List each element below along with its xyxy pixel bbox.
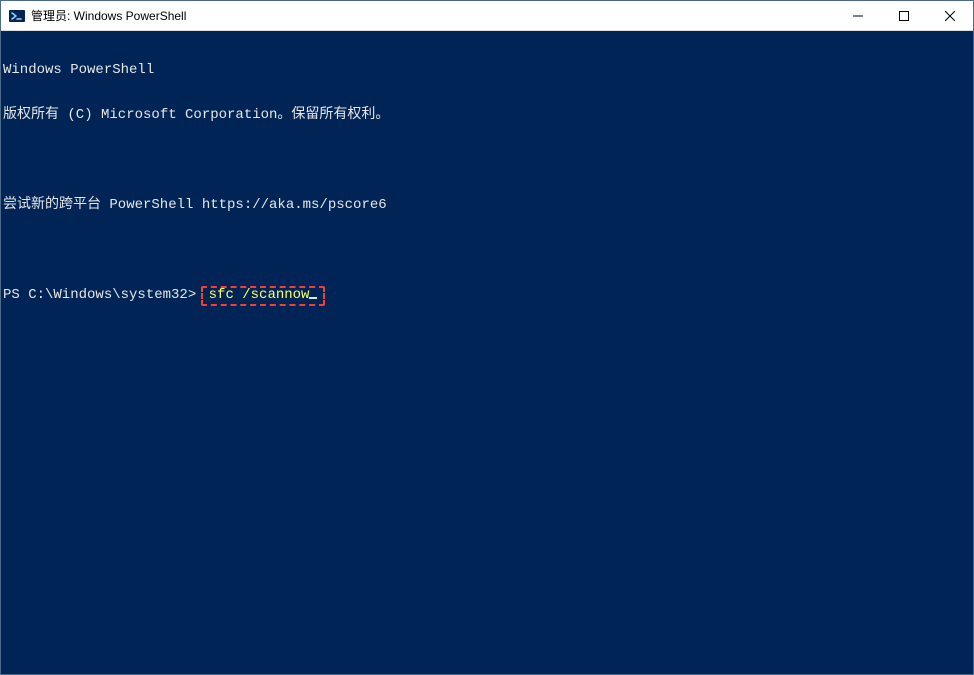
command-text: sfc /scannow: [209, 287, 310, 303]
window-title: 管理员: Windows PowerShell: [31, 7, 186, 24]
cursor: [309, 297, 317, 299]
titlebar-left: 管理员: Windows PowerShell: [1, 7, 835, 24]
maximize-button[interactable]: [881, 1, 927, 30]
prompt-line: PS C:\Windows\system32> sfc /scannow: [3, 288, 971, 304]
command-highlight: sfc /scannow: [203, 288, 324, 304]
terminal-line: [3, 153, 971, 168]
terminal-area[interactable]: Windows PowerShell 版权所有 (C) Microsoft Co…: [1, 31, 973, 674]
terminal-line: [3, 243, 971, 258]
titlebar[interactable]: 管理员: Windows PowerShell: [1, 1, 973, 31]
powershell-icon: [9, 8, 25, 24]
terminal-line: 版权所有 (C) Microsoft Corporation。保留所有权利。: [3, 108, 971, 123]
powershell-window: 管理员: Windows PowerShell Windows PowerShe…: [0, 0, 974, 675]
close-button[interactable]: [927, 1, 973, 30]
minimize-button[interactable]: [835, 1, 881, 30]
prompt-prefix: PS C:\Windows\system32>: [3, 288, 205, 303]
terminal-line: 尝试新的跨平台 PowerShell https://aka.ms/pscore…: [3, 198, 971, 213]
window-controls: [835, 1, 973, 30]
terminal-line: Windows PowerShell: [3, 63, 971, 78]
